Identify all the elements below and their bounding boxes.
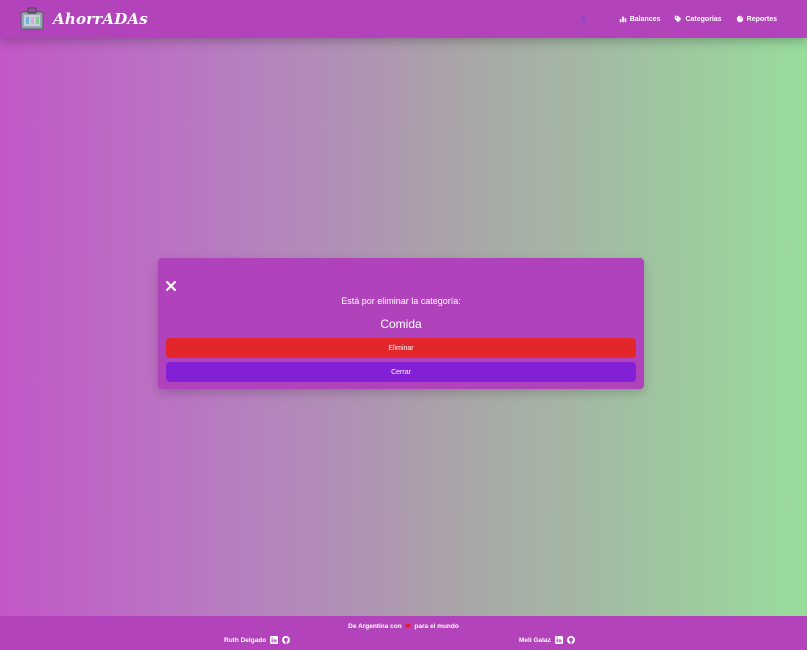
tagline-prefix: De Argentina con bbox=[348, 623, 402, 630]
nav-item-label: Reportes bbox=[746, 15, 777, 23]
chart-icon bbox=[619, 16, 626, 23]
linkedin-icon[interactable] bbox=[554, 636, 563, 644]
delete-button[interactable]: Eliminar bbox=[166, 338, 636, 358]
footer: De Argentina con ❤ para el mundo Ruth De… bbox=[0, 616, 807, 650]
author-ruth: Ruth Delgado bbox=[224, 636, 291, 644]
footer-tagline: De Argentina con ❤ para el mundo bbox=[0, 622, 807, 631]
moon-icon[interactable]: ☾ bbox=[581, 13, 591, 26]
nav-item-label: Balances bbox=[629, 15, 661, 23]
close-icon[interactable] bbox=[165, 280, 177, 292]
heart-icon: ❤ bbox=[404, 622, 412, 631]
nav-menu: ☾ Balances Categorías Reportes bbox=[581, 0, 777, 38]
brand-title[interactable]: AhorrADAs bbox=[53, 10, 148, 28]
nav-item-label: Categorías bbox=[685, 15, 722, 23]
tag-icon bbox=[675, 15, 682, 23]
github-icon[interactable] bbox=[282, 636, 291, 644]
pie-icon bbox=[736, 15, 743, 23]
tagline-suffix: para el mundo bbox=[414, 623, 459, 630]
linkedin-icon[interactable] bbox=[270, 636, 279, 644]
author-name: Meli Galaz bbox=[519, 636, 551, 644]
suitcase-logo-icon[interactable] bbox=[18, 4, 46, 32]
nav-item-categorias[interactable]: Categorías bbox=[674, 15, 722, 23]
category-name: Comida bbox=[380, 317, 422, 331]
navbar: AhorrADAs ☾ Balances Categorías Reportes bbox=[0, 0, 807, 38]
nav-item-balances[interactable]: Balances bbox=[619, 15, 661, 23]
github-icon[interactable] bbox=[566, 636, 575, 644]
close-button[interactable]: Cerrar bbox=[166, 362, 636, 382]
delete-category-modal: Está por eliminar la categoría: Comida E… bbox=[158, 258, 644, 389]
modal-message: Está por eliminar la categoría: bbox=[341, 296, 461, 306]
author-meli: Meli Galaz bbox=[519, 636, 575, 644]
author-name: Ruth Delgado bbox=[224, 636, 267, 644]
nav-item-reportes[interactable]: Reportes bbox=[736, 15, 777, 23]
